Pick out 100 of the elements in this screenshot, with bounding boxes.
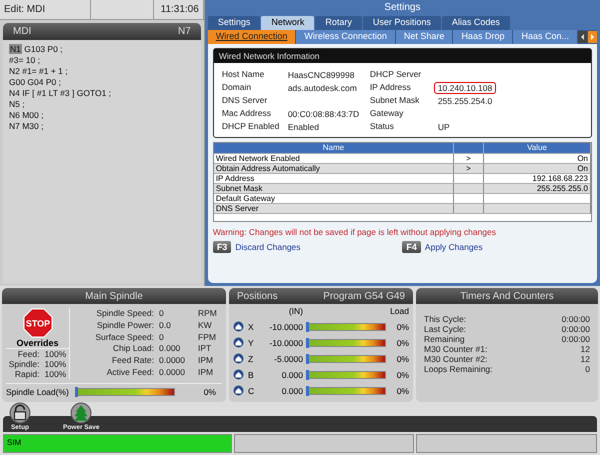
override-value: 100% xyxy=(44,359,66,369)
table-row[interactable]: Default Gateway xyxy=(214,194,591,204)
table-cell: > xyxy=(454,164,484,173)
info-value: 255.255.254.0 xyxy=(436,95,494,107)
override-value: 100% xyxy=(44,349,66,359)
axis-load: 0% xyxy=(396,354,409,364)
table-cell: > xyxy=(454,154,484,163)
code-line: G00 G04 P0 ; xyxy=(9,77,62,87)
info-value: HaasCNC899998 xyxy=(286,69,356,81)
reading-label: Active Feed: xyxy=(106,367,154,379)
left-arrow-icon[interactable] xyxy=(578,31,587,43)
info-label: DNS Server xyxy=(222,95,268,107)
overrides-title: Overrides xyxy=(6,338,69,349)
axis-load: 0% xyxy=(396,386,409,396)
subtab[interactable]: Haas Drop xyxy=(453,30,512,44)
home-icon[interactable] xyxy=(233,321,244,332)
panel-title: Main Spindle xyxy=(2,288,226,304)
axis-load: 0% xyxy=(396,322,409,332)
info-label: Gateway xyxy=(370,108,404,120)
reading-label: Chip Load: xyxy=(112,343,154,356)
home-icon[interactable] xyxy=(233,337,244,348)
code-editor[interactable]: N1 G103 P0 ; #3= 10 ; N2 #1= #1 + 1 ; G00 G04 P0 ; N4 IF [ #1 LT #3 ] GOTO1 ; N5 ; N6 M00 ; N7 M30 ; xyxy=(3,40,201,283)
axis-label: C xyxy=(248,386,256,396)
timer-value: 0:00:00 xyxy=(562,314,590,324)
function-key[interactable]: F4 xyxy=(402,241,421,253)
axis-label: Z xyxy=(248,354,254,364)
home-icon[interactable] xyxy=(233,369,244,380)
block-number: N7 xyxy=(178,26,191,37)
timer-value: 0:00:00 xyxy=(562,334,590,344)
action-label: Apply Changes xyxy=(424,242,483,252)
subtab[interactable]: Net Share xyxy=(396,30,452,44)
clock: 11:31:06 xyxy=(154,0,204,19)
axis-label: X xyxy=(248,322,255,332)
timer-value: 12 xyxy=(580,344,590,354)
info-title: Wired Network Information xyxy=(214,49,591,63)
tab[interactable]: Settings xyxy=(208,16,260,30)
reading-unit: IPM xyxy=(198,367,214,379)
timer-value: 0:00:00 xyxy=(562,324,590,334)
reading-unit: FPM xyxy=(198,332,217,344)
home-icon[interactable] xyxy=(233,385,244,396)
axis-load: 0% xyxy=(396,370,409,380)
timer-label: Loops Remaining: xyxy=(424,364,494,374)
subtab[interactable]: Wireless Connection xyxy=(296,30,395,44)
tab[interactable]: Network xyxy=(261,16,314,30)
function-key[interactable]: F3 xyxy=(212,241,232,253)
info-value: Enabled xyxy=(286,121,320,133)
table-row[interactable]: Subnet Mask 255.255.255.0 xyxy=(214,184,591,194)
reading-value: 0 xyxy=(159,308,165,320)
code-line: N6 M00 ; xyxy=(9,110,44,120)
axis-value: 0.000 xyxy=(280,370,303,380)
table-row[interactable]: Wired Network Enabled > On xyxy=(214,154,591,164)
table-cell: DNS Server xyxy=(214,204,454,213)
tab[interactable]: Alias Codes xyxy=(442,16,510,30)
lock-icon[interactable] xyxy=(9,402,31,424)
table-cell: On xyxy=(484,164,591,173)
table-row[interactable]: IP Address 192.168.68.223 xyxy=(214,174,591,184)
program-title: MDI xyxy=(13,26,32,37)
info-value: UP xyxy=(436,121,451,133)
info-value: ads.autodesk.com xyxy=(286,82,358,94)
table-row[interactable]: DNS Server xyxy=(214,204,591,214)
timer-value: 0 xyxy=(584,364,590,374)
subtab[interactable]: Wired Connection xyxy=(208,30,296,44)
tree-icon[interactable] xyxy=(70,402,92,424)
info-value: 00:C0:08:88:43:7D xyxy=(286,108,360,120)
reading-value: 0.000 xyxy=(159,343,182,356)
tab[interactable]: Rotary xyxy=(315,16,362,30)
reading-unit: RPM xyxy=(198,308,218,320)
reading-value: 0.0000 xyxy=(159,355,186,368)
column-header: Value xyxy=(484,143,591,153)
info-label: IP Address xyxy=(370,82,412,94)
reading-unit: IPT xyxy=(198,343,212,356)
reading-value: 0.0000 xyxy=(159,367,186,379)
axis-value: -5.0000 xyxy=(273,354,303,364)
table-cell: Default Gateway xyxy=(214,194,454,203)
home-icon[interactable] xyxy=(233,353,244,364)
table-cell: IP Address xyxy=(214,174,454,183)
table-row[interactable]: Obtain Address Automatically > On xyxy=(214,164,591,174)
column-header: Name xyxy=(214,143,454,153)
table-cell: Obtain Address Automatically xyxy=(214,164,454,173)
subtab[interactable]: Haas Con... xyxy=(513,30,577,44)
timer-label: Last Cycle: xyxy=(424,324,468,334)
info-label: DHCP Server xyxy=(370,69,422,81)
reading-unit: KW xyxy=(198,320,213,332)
reading-label: Feed Rate: xyxy=(110,355,154,368)
tab[interactable]: User Positions xyxy=(362,16,441,30)
info-label: Status xyxy=(370,121,395,133)
status-mode: SIM xyxy=(3,434,232,453)
info-value: 10.240.10.108 xyxy=(434,82,496,94)
settings-title: Settings xyxy=(383,2,422,15)
code-line: N2 #1= #1 + 1 ; xyxy=(9,66,69,76)
timer-label: This Cycle: xyxy=(424,314,468,324)
override-label: Feed: xyxy=(16,349,40,359)
axis-label: B xyxy=(248,370,255,380)
override-label: Rapid: xyxy=(14,369,40,379)
info-label: Mac Address xyxy=(222,108,272,120)
code-line: N7 M30 ; xyxy=(9,121,44,131)
program-offsets: Program G54 G49 xyxy=(323,290,405,302)
info-label: DHCP Enabled xyxy=(222,121,280,133)
stop-sign-icon[interactable]: STOP xyxy=(22,308,52,338)
timer-label: M30 Counter #1: xyxy=(424,344,488,354)
